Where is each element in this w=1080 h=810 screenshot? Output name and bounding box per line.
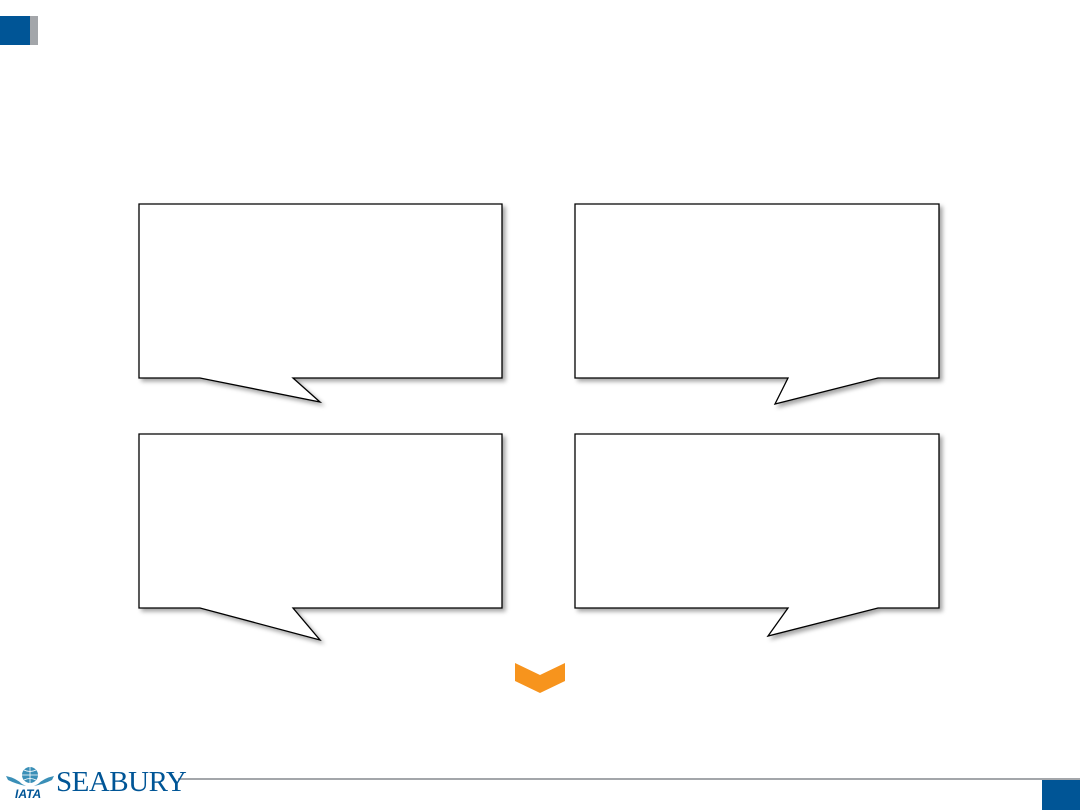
footer-page-block bbox=[1042, 780, 1080, 810]
logo-wordmark: SEABURY bbox=[56, 766, 187, 798]
speech-callout-top-left bbox=[138, 203, 503, 404]
seabury-iata-logo: IATA SEABURY bbox=[6, 764, 187, 800]
speech-callout-top-right bbox=[574, 203, 940, 405]
callouts-canvas bbox=[138, 203, 940, 693]
iata-badge: IATA bbox=[15, 787, 41, 800]
iata-globe-icon: IATA bbox=[6, 767, 54, 800]
chevron-down-icon bbox=[515, 663, 565, 693]
speech-callout-bottom-right bbox=[574, 433, 940, 638]
footer-divider bbox=[178, 778, 1080, 780]
speech-callout-bottom-left bbox=[138, 433, 503, 642]
